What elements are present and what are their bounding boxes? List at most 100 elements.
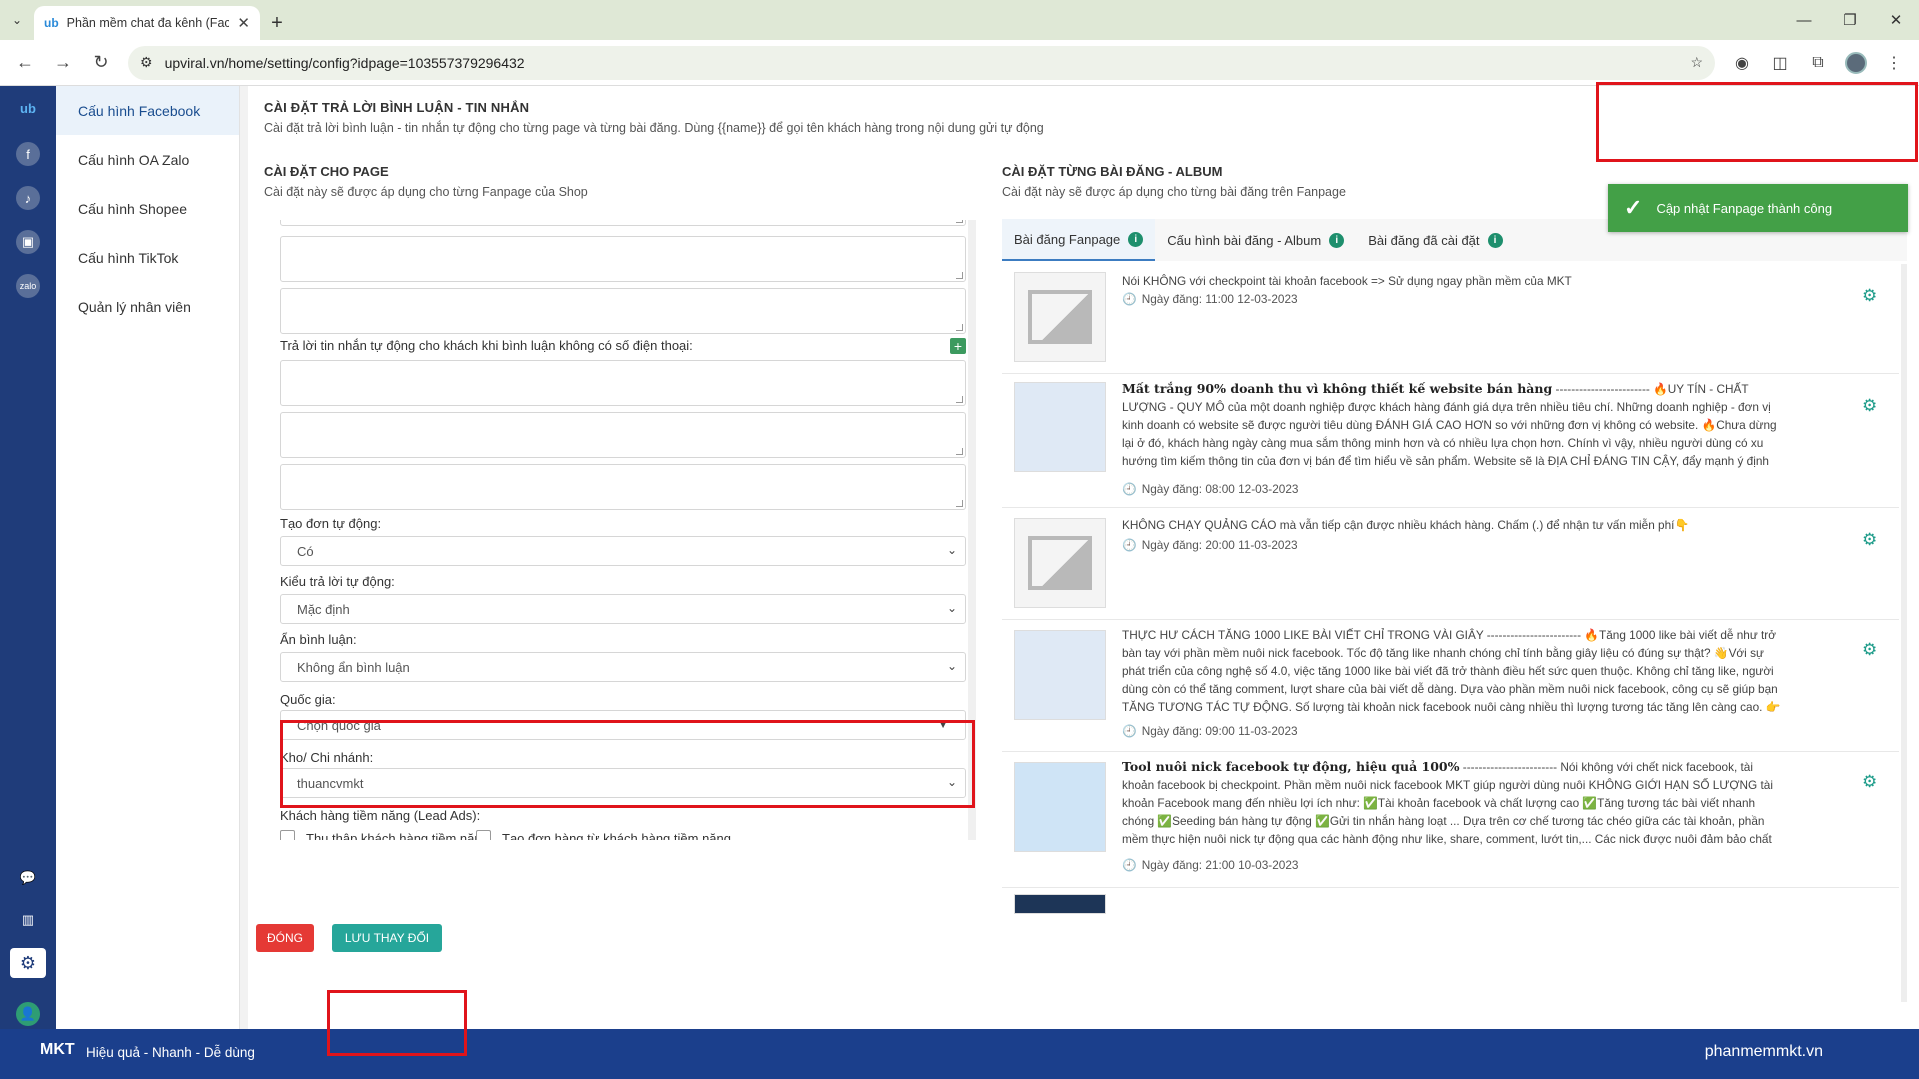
icon-sidebar: ub f ♪ ▣ zalo 💬 ▥ ⚙ 👤 <box>0 86 56 1029</box>
post-date-text: Ngày đăng: 08:00 12-03-2023 <box>1141 482 1299 496</box>
menu-item-shopee[interactable]: Cấu hình Shopee <box>56 184 239 233</box>
reply-type-value: Mặc định <box>297 601 350 617</box>
browser-menu-icon[interactable]: ⋮ <box>1877 46 1911 80</box>
settings-menu: Cấu hình Facebook Cấu hình OA Zalo Cấu h… <box>56 86 240 1029</box>
tab-label: Bài đăng Fanpage <box>1014 231 1121 247</box>
zalo-icon[interactable]: zalo <box>16 274 40 298</box>
reply-textarea[interactable] <box>280 236 966 282</box>
page-settings-subtitle: Cài đặt này sẽ được áp dụng cho từng Fan… <box>264 185 588 199</box>
info-icon[interactable]: i <box>1487 232 1503 248</box>
browser-tab[interactable]: ub Phần mềm chat đa kênh (Faceb ✕ <box>34 6 260 40</box>
auto-order-label: Tạo đơn tự động: <box>280 516 382 531</box>
banner-site: phanmemmkt.vn <box>1704 1043 1823 1060</box>
tab-title: Phần mềm chat đa kênh (Faceb <box>66 16 230 30</box>
post-date: 🕘 Ngày đăng: 21:00 10-03-2023 <box>1122 858 1298 872</box>
collect-leads-checkbox[interactable] <box>280 830 295 840</box>
reply-textarea[interactable] <box>280 288 966 334</box>
facebook-icon[interactable]: f <box>16 142 40 166</box>
app-root: ub f ♪ ▣ zalo 💬 ▥ ⚙ 👤 Cấu hình Facebook … <box>0 86 1919 1029</box>
list-item[interactable]: Mất trắng 90% doanh thu vì không thiết k… <box>1002 374 1899 508</box>
post-body: KHÔNG CHẠY QUẢNG CÁO mà vẫn tiếp cận đượ… <box>1122 518 1690 532</box>
profile-avatar[interactable] <box>1839 46 1873 80</box>
menu-item-staff[interactable]: Quản lý nhân viên <box>56 282 239 331</box>
back-icon[interactable]: ← <box>8 46 42 80</box>
warehouse-select[interactable]: thuancvmkt ⌄ <box>280 768 966 798</box>
info-icon[interactable]: i <box>1128 231 1144 247</box>
browser-tab-bar: ⌄ ub Phần mềm chat đa kênh (Faceb ✕ + <box>0 0 1919 40</box>
post-list: Nói KHÔNG với checkpoint tài khoản faceb… <box>1002 264 1907 1002</box>
save-changes-button[interactable]: LƯU THAY ĐỔI <box>332 924 442 952</box>
bookmark-star-icon[interactable]: ☆ <box>1690 54 1703 71</box>
list-item[interactable]: KHÔNG CHẠY QUẢNG CÁO mà vẫn tiếp cận đượ… <box>1002 508 1899 620</box>
post-settings-gear-icon[interactable]: ⚙ <box>1862 396 1877 416</box>
list-item[interactable]: Tool nuôi nick facebook tự động, hiệu qu… <box>1002 752 1899 888</box>
close-button[interactable]: ĐÓNG <box>256 924 314 952</box>
menu-item-tiktok[interactable]: Cấu hình TikTok <box>56 233 239 282</box>
url-input[interactable]: ⚙ upviral.vn/home/setting/config?idpage=… <box>128 45 1715 80</box>
collect-leads-label: Thu thập khách hàng tiềm năng <box>306 831 489 840</box>
post-thumbnail-image <box>1014 894 1106 914</box>
tab-post-album-config[interactable]: Cấu hình bài đăng - Album i <box>1155 219 1356 261</box>
auto-order-select[interactable]: Có ⌄ <box>280 536 966 566</box>
list-item[interactable]: Nói KHÔNG với checkpoint tài khoản faceb… <box>1002 264 1899 374</box>
reply-textarea[interactable] <box>280 220 966 226</box>
list-item[interactable]: THỰC HƯ CÁCH TĂNG 1000 LIKE BÀI VIẾT CHỈ… <box>1002 620 1899 752</box>
camera-icon[interactable]: ◫ <box>1763 46 1797 80</box>
close-tab-icon[interactable]: ✕ <box>237 14 250 32</box>
tab-fanpage-posts[interactable]: Bài đăng Fanpage i <box>1002 219 1156 261</box>
address-bar: ← → ↻ ⚙ upviral.vn/home/setting/config?i… <box>0 40 1919 86</box>
forward-icon[interactable]: → <box>46 46 80 80</box>
post-date: 🕘 Ngày đăng: 20:00 11-03-2023 <box>1122 538 1298 552</box>
banner-slogan: Hiệu quả - Nhanh - Dễ dùng <box>86 1045 255 1060</box>
tab-label: Bài đăng đã cài đặt <box>1368 232 1480 248</box>
new-tab-button[interactable]: + <box>260 6 294 40</box>
menu-item-zalo[interactable]: Cấu hình OA Zalo <box>56 135 239 184</box>
clock-icon: 🕘 <box>1122 482 1137 496</box>
app-logo-icon[interactable]: ub <box>16 96 40 120</box>
country-label: Quốc gia: <box>280 692 336 707</box>
post-settings-gear-icon[interactable]: ⚙ <box>1862 286 1877 306</box>
reload-icon[interactable]: ↻ <box>84 46 118 80</box>
leads-label: Khách hàng tiềm năng (Lead Ads): <box>280 808 481 823</box>
country-select[interactable]: Chọn quốc gia ▼ <box>280 710 966 740</box>
post-date: 🕘 Ngày đăng: 11:00 12-03-2023 <box>1122 292 1298 306</box>
shopee-icon[interactable]: ▣ <box>16 230 40 254</box>
clock-icon: 🕘 <box>1122 292 1137 306</box>
no-phone-textarea[interactable] <box>280 464 966 510</box>
user-avatar[interactable]: 👤 <box>16 1002 40 1026</box>
add-reply-icon[interactable]: + <box>950 338 966 354</box>
chart-icon[interactable]: ▥ <box>16 908 40 932</box>
menu-item-facebook[interactable]: Cấu hình Facebook <box>56 86 239 135</box>
tab-configured-posts[interactable]: Bài đăng đã cài đặt i <box>1356 219 1514 261</box>
chevron-down-icon: ⌄ <box>946 659 957 673</box>
page-subtitle: Cài đặt trả lời bình luận - tin nhắn tự … <box>264 121 1044 135</box>
settings-icon[interactable]: ⚙ <box>10 948 46 978</box>
reply-type-select[interactable]: Mặc định ⌄ <box>280 594 966 624</box>
close-window-icon[interactable]: ✕ <box>1873 0 1919 40</box>
chat-icon[interactable]: 💬 <box>16 866 40 890</box>
minimize-icon[interactable]: — <box>1781 0 1827 40</box>
post-settings-gear-icon[interactable]: ⚙ <box>1862 772 1877 792</box>
clock-icon: 🕘 <box>1122 858 1137 872</box>
post-heading: Tool nuôi nick facebook tự động, hiệu qu… <box>1122 759 1460 774</box>
dropdown-arrow-icon: ▼ <box>937 717 949 731</box>
bottom-banner: MKT Hiệu quả - Nhanh - Dễ dùng phanmemmk… <box>0 1029 1919 1079</box>
tiktok-icon[interactable]: ♪ <box>16 186 40 210</box>
extension-icon[interactable]: ◉ <box>1725 46 1759 80</box>
order-from-leads-checkbox[interactable] <box>476 830 491 840</box>
no-phone-textarea[interactable] <box>280 360 966 406</box>
extensions-puzzle-icon[interactable]: ⧉ <box>1801 46 1835 80</box>
post-body: Nói KHÔNG với checkpoint tài khoản faceb… <box>1122 274 1572 288</box>
tab-search-icon[interactable]: ⌄ <box>0 0 34 40</box>
info-icon[interactable]: i <box>1329 232 1345 248</box>
post-text: Mất trắng 90% doanh thu vì không thiết k… <box>1122 380 1782 470</box>
post-settings-gear-icon[interactable]: ⚙ <box>1862 530 1877 550</box>
post-text: Tool nuôi nick facebook tự động, hiệu qu… <box>1122 758 1782 848</box>
site-info-icon[interactable]: ⚙ <box>140 54 153 71</box>
no-phone-textarea[interactable] <box>280 412 966 458</box>
post-settings-gear-icon[interactable]: ⚙ <box>1862 640 1877 660</box>
chevron-down-icon: ⌄ <box>946 601 957 615</box>
hide-comment-select[interactable]: Không ẩn bình luận ⌄ <box>280 652 966 682</box>
restore-icon[interactable]: ❐ <box>1827 0 1873 40</box>
page-settings-form[interactable]: Trả lời tin nhắn tự động cho khách khi b… <box>256 220 976 840</box>
